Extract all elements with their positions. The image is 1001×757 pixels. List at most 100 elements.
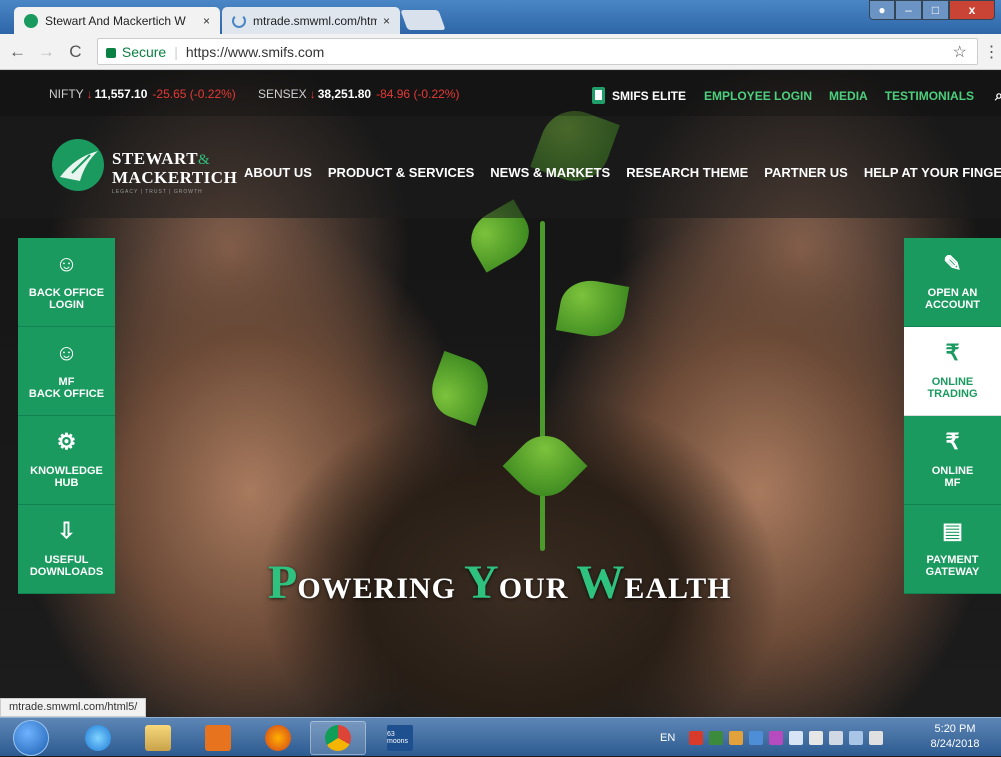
online-mf-button[interactable]: ₹ ONLINE MF [904, 416, 1001, 505]
browser-tab-smifs[interactable]: Stewart And Mackertich W × [14, 7, 220, 34]
brand-ampersand: & [198, 152, 211, 168]
reload-icon[interactable]: C [64, 42, 87, 62]
download-icon: ⇩ [57, 518, 76, 543]
secure-label: Secure [121, 43, 167, 60]
browser-tab-bar: Stewart And Mackertich W × mtrade.smwml.… [0, 0, 1001, 34]
sensex-label: SENSEX [258, 87, 307, 101]
open-account-button[interactable]: ✎ OPEN AN ACCOUNT [904, 238, 1001, 327]
language-indicator[interactable]: EN [660, 732, 675, 744]
loading-favicon-icon [232, 13, 246, 28]
user-check-icon: ✎ [943, 251, 962, 276]
chrome-icon[interactable] [310, 721, 366, 755]
main-navigation: STEWART& MACKERTICH LEGACY | TRUST | GRO… [0, 116, 1001, 218]
browser-toolbar: ← → C Secure | https://www.smifs.com ☆ ⋮ [0, 34, 1001, 70]
media-player-icon[interactable] [190, 721, 246, 755]
search-icon[interactable]: ⌕ [995, 87, 1001, 104]
top-links: SMIFS ELITE EMPLOYEE LOGIN MEDIA TESTIMO… [592, 87, 1001, 104]
close-window-button[interactable]: x [949, 0, 995, 20]
back-office-login-button[interactable]: ☺ BACK OFFICE LOGIN [18, 238, 115, 327]
bookmark-star-icon[interactable]: ☆ [953, 42, 967, 62]
nifty-value: 11,557.10 [94, 87, 148, 101]
company-logo-icon[interactable] [50, 137, 110, 193]
new-tab-button[interactable] [400, 10, 446, 30]
sidebar-label: MF BACK OFFICE [28, 376, 105, 400]
smifs-elite-link[interactable]: SMIFS ELITE [612, 89, 686, 103]
plant-leaf-image [555, 275, 630, 342]
browser-tab-mtrade[interactable]: mtrade.smwml.com/html5 × [222, 7, 400, 34]
testimonials-link[interactable]: TESTIMONIALS [885, 89, 974, 103]
taskbar-clock[interactable]: 5:20 PM 8/24/2018 [925, 722, 985, 752]
network-icon[interactable] [809, 730, 824, 745]
tray-app-icon[interactable] [729, 730, 744, 745]
nifty-ticker: NIFTY ↓ 11,557.10 -25.65 (-0.22%) [49, 87, 236, 101]
nav-partner-us[interactable]: PARTNER US [764, 165, 848, 180]
user-key-icon: ☺ [55, 251, 78, 276]
sensex-change: -84.96 (-0.22%) [376, 87, 460, 101]
63-moons-app-icon[interactable]: 63 moons [372, 721, 428, 755]
firefox-icon[interactable] [250, 721, 306, 755]
down-arrow-icon: ↓ [309, 87, 316, 101]
tray-app-icon[interactable] [689, 730, 704, 745]
nav-help[interactable]: HELP AT YOUR FINGERTIPS [864, 165, 1001, 180]
omnibox-separator: | [174, 43, 178, 60]
tab-close-icon[interactable]: × [203, 14, 210, 28]
lightbulb-icon: ⚙ [56, 429, 77, 454]
nav-news-markets[interactable]: NEWS & MARKETS [490, 165, 610, 180]
forward-icon[interactable]: → [35, 42, 58, 62]
market-ticker: NIFTY ↓ 11,557.10 -25.65 (-0.22%) SENSEX ↓ 38… [0, 71, 1001, 116]
brand-tagline: LEGACY | TRUST | GROWTH [112, 189, 203, 195]
hero-cap-w: W [576, 556, 625, 609]
user-laptop-icon: ☺ [55, 340, 78, 365]
back-icon[interactable]: ← [6, 42, 29, 62]
nav-product-services[interactable]: PRODUCT & SERVICES [328, 165, 474, 180]
hero-word-powering: OWERING [297, 572, 457, 605]
knowledge-hub-button[interactable]: ⚙ KNOWLEDGE HUB [18, 416, 115, 505]
nav-menu: ABOUT US PRODUCT & SERVICES NEWS & MARKE… [244, 165, 1001, 180]
brand-name-line1[interactable]: STEWART& [112, 149, 210, 169]
brand-name-line2[interactable]: MACKERTICH [112, 168, 237, 188]
left-quick-links: ☺ BACK OFFICE LOGIN ☺ MF BACK OFFICE ⚙ K… [18, 238, 115, 594]
user-icon[interactable]: ● [869, 0, 895, 20]
mf-back-office-button[interactable]: ☺ MF BACK OFFICE [18, 327, 115, 416]
maximize-button[interactable]: □ [922, 0, 949, 20]
browser-menu-icon[interactable]: ⋮ [982, 42, 1001, 62]
brand-stewart: STEWART [112, 149, 199, 168]
window-controls: ● – □ x [869, 0, 995, 20]
employee-login-link[interactable]: EMPLOYEE LOGIN [704, 89, 812, 103]
rupee-refresh-icon: ₹ [945, 340, 960, 365]
tray-app-icon[interactable] [769, 730, 784, 745]
tray-app-icon[interactable] [709, 730, 724, 745]
nifty-change: -25.65 (-0.22%) [152, 87, 236, 101]
minimize-button[interactable]: – [895, 0, 922, 20]
tab-title: mtrade.smwml.com/html5 [253, 13, 377, 28]
link-status-bar: mtrade.smwml.com/html5/ [0, 698, 147, 717]
nav-about-us[interactable]: ABOUT US [244, 165, 312, 180]
display-icon[interactable] [849, 730, 864, 745]
url-text: https://www.smifs.com [185, 43, 325, 60]
speaker-muted-icon[interactable] [829, 730, 844, 745]
down-arrow-icon: ↓ [86, 87, 93, 101]
tab-close-icon[interactable]: × [383, 14, 390, 28]
sensex-ticker: SENSEX ↓ 38,251.80 -84.96 (-0.22%) [258, 87, 459, 101]
start-button[interactable] [13, 720, 49, 756]
sidebar-label: ONLINE TRADING [927, 376, 978, 400]
internet-explorer-icon[interactable] [70, 721, 126, 755]
hero-cap-p: P [268, 556, 298, 609]
file-explorer-icon[interactable] [130, 721, 186, 755]
plant-leaf-image [502, 423, 588, 509]
sidebar-label: USEFUL DOWNLOADS [29, 554, 104, 578]
nav-research-theme[interactable]: RESEARCH THEME [626, 165, 748, 180]
online-trading-button[interactable]: ₹ ONLINE TRADING [904, 327, 1001, 416]
payment-gateway-button[interactable]: ▤ PAYMENT GATEWAY [904, 505, 1001, 594]
action-center-flag-icon[interactable] [869, 730, 884, 745]
mobile-phone-icon [592, 87, 605, 104]
clock-date: 8/24/2018 [930, 738, 980, 750]
tray-app-icon[interactable] [749, 730, 764, 745]
media-link[interactable]: MEDIA [829, 89, 868, 103]
plant-leaf-image [423, 350, 497, 427]
sidebar-label: BACK OFFICE LOGIN [28, 287, 105, 311]
address-bar[interactable]: Secure | https://www.smifs.com ☆ [96, 38, 978, 65]
useful-downloads-button[interactable]: ⇩ USEFUL DOWNLOADS [18, 505, 115, 594]
volume-icon[interactable] [789, 730, 804, 745]
rupee-piggy-icon: ₹ [945, 429, 960, 454]
